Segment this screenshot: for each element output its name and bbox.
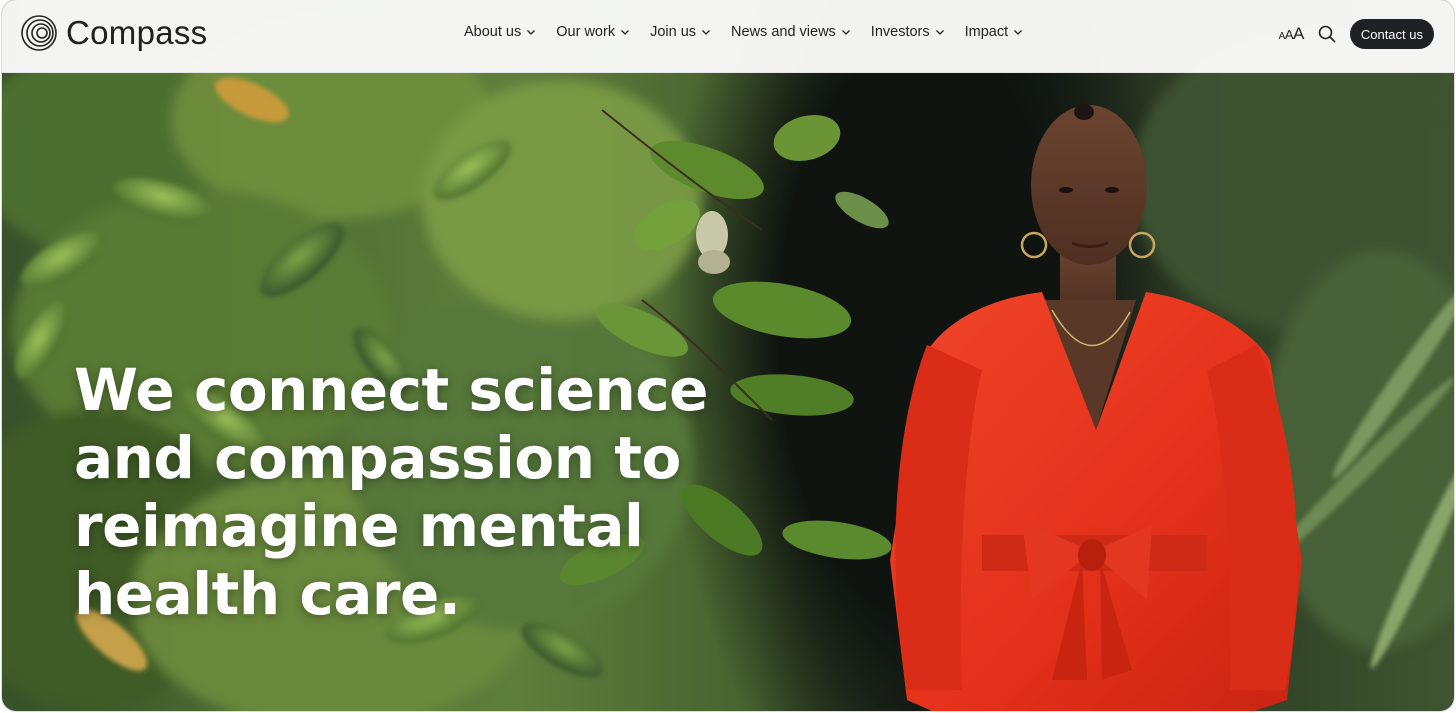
concentric-circles-logo-icon [21, 15, 57, 51]
nav-item-our-work[interactable]: Our work [556, 24, 630, 40]
contact-us-button[interactable]: Contact us [1349, 19, 1434, 49]
brand-name: Compass [66, 14, 208, 51]
text-size-medium: A [1284, 27, 1294, 42]
text-size-toggle[interactable]: AAA [1279, 24, 1305, 44]
nav-item-investors[interactable]: Investors [871, 24, 945, 40]
nav-item-about-us[interactable]: About us [464, 24, 536, 40]
hero-section: We connect science and compassion to rei… [2, 0, 1454, 711]
nav-item-label: Our work [556, 24, 616, 40]
brand-logo-link[interactable]: Compass [20, 14, 207, 52]
hero-headline: We connect science and compassion to rei… [74, 356, 709, 628]
nav-item-label: Join us [650, 24, 697, 40]
search-icon [1318, 25, 1336, 43]
chevron-down-icon [841, 30, 850, 35]
nav-item-label: About us [464, 24, 522, 40]
chevron-down-icon [1014, 30, 1023, 35]
nav-item-impact[interactable]: Impact [965, 24, 1024, 40]
search-button[interactable] [1316, 23, 1338, 45]
chevron-down-icon [527, 30, 536, 35]
top-navbar: Compass About us Our work Join us News a… [2, 0, 1454, 73]
nav-item-label: News and views [731, 24, 836, 40]
nav-item-news-and-views[interactable]: News and views [731, 24, 851, 40]
chevron-down-icon [935, 30, 944, 35]
page-frame: We connect science and compassion to rei… [2, 0, 1454, 711]
main-menu: About us Our work Join us News and views… [464, 24, 1023, 40]
nav-item-label: Investors [870, 24, 930, 40]
nav-tools: AAA Contact us [1279, 19, 1434, 49]
text-size-large: A [1293, 24, 1304, 43]
chevron-down-icon [621, 30, 630, 35]
chevron-down-icon [702, 30, 710, 35]
nav-item-label: Impact [964, 24, 1009, 40]
nav-item-join-us[interactable]: Join us [650, 24, 711, 40]
